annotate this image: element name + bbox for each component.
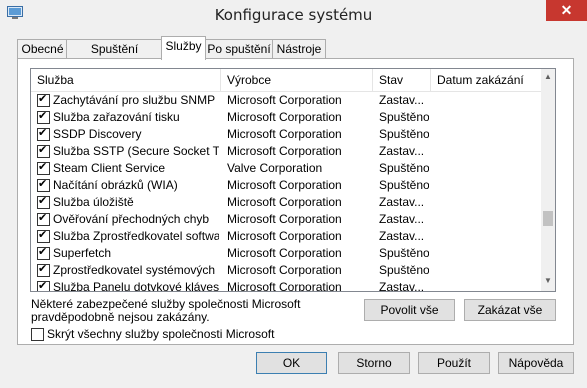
- column-header-status[interactable]: Stav: [373, 69, 431, 91]
- service-checkbox[interactable]: [37, 262, 50, 277]
- hide-microsoft-checkbox[interactable]: [31, 328, 44, 341]
- scroll-thumb[interactable]: [543, 211, 553, 226]
- enable-all-button[interactable]: Povolit vše: [364, 299, 455, 321]
- service-vendor: Microsoft Corporation: [227, 195, 342, 209]
- service-name: Superfetch: [53, 246, 112, 260]
- apply-button[interactable]: Použít: [418, 352, 490, 374]
- table-row[interactable]: Steam Client Service Valve Corporation Spu…: [31, 160, 541, 177]
- table-row[interactable]: Služba Zprostředkovatel softwar... Micros…: [31, 228, 541, 245]
- service-status: Spuštěno: [379, 178, 429, 192]
- service-name: Služba zařazování tisku: [53, 110, 180, 124]
- scroll-down-icon[interactable]: ▼: [541, 276, 555, 285]
- column-header-date[interactable]: Datum zakázání: [431, 69, 541, 91]
- close-icon: ✕: [560, 2, 573, 18]
- table-row[interactable]: Služba SSTP (Secure Socket Tun... Microso…: [31, 143, 541, 160]
- services-list: Služba Výrobce Stav Datum zakázání Zachy…: [30, 68, 556, 292]
- list-header: Služba Výrobce Stav Datum zakázání: [31, 69, 541, 92]
- table-row[interactable]: Načítání obrázků (WIA) Microsoft Corporat…: [31, 177, 541, 194]
- service-checkbox[interactable]: [37, 126, 50, 141]
- table-row[interactable]: SSDP Discovery Microsoft Corporation Spušt…: [31, 126, 541, 143]
- tab-services[interactable]: Služby: [161, 36, 206, 60]
- table-row[interactable]: Superfetch Microsoft Corporation Spuštěno: [31, 245, 541, 262]
- service-name: Služba Zprostředkovatel softwar...: [53, 229, 219, 243]
- service-vendor: Microsoft Corporation: [227, 263, 342, 277]
- service-name: Ověřování přechodných chyb: [53, 212, 210, 226]
- service-checkbox[interactable]: [37, 194, 50, 209]
- service-status: Spuštěno: [379, 246, 429, 260]
- disable-all-button[interactable]: Zakázat vše: [464, 299, 556, 321]
- service-name: Zprostředkovatel systémových ...: [53, 263, 219, 277]
- service-vendor: Microsoft Corporation: [227, 246, 342, 260]
- service-checkbox[interactable]: [37, 279, 50, 291]
- service-checkbox[interactable]: [37, 245, 50, 260]
- service-status: Spuštěno: [379, 110, 429, 124]
- service-vendor: Microsoft Corporation: [227, 93, 342, 107]
- service-vendor: Microsoft Corporation: [227, 212, 342, 226]
- service-status: Spuštěno: [379, 161, 429, 175]
- service-name: Steam Client Service: [53, 161, 166, 175]
- table-row[interactable]: Ověřování přechodných chyb Microsoft Corp…: [31, 211, 541, 228]
- service-name: SSDP Discovery: [53, 127, 142, 141]
- service-vendor: Microsoft Corporation: [227, 229, 342, 243]
- service-vendor: Microsoft Corporation: [227, 144, 342, 158]
- service-vendor: Valve Corporation: [227, 161, 323, 175]
- note-text: Některé zabezpečené služby společnosti M…: [31, 297, 301, 324]
- ok-button[interactable]: OK: [256, 352, 327, 374]
- service-status: Spuštěno: [379, 127, 429, 141]
- service-checkbox[interactable]: [37, 177, 50, 192]
- help-button[interactable]: Nápověda: [498, 352, 574, 374]
- service-checkbox[interactable]: [37, 92, 50, 107]
- service-vendor: Microsoft Corporation: [227, 110, 342, 124]
- service-name: Načítání obrázků (WIA): [53, 178, 178, 192]
- service-checkbox[interactable]: [37, 143, 50, 158]
- window-title: Konfigurace systému: [214, 6, 373, 24]
- service-status: Zastav...: [379, 229, 425, 243]
- service-name: Služba Panelu dotykové klávesni...: [53, 280, 219, 292]
- service-name: Služba SSTP (Secure Socket Tun...: [53, 144, 219, 158]
- service-checkbox[interactable]: [37, 228, 50, 243]
- table-row[interactable]: Zprostředkovatel systémových ... Microsof…: [31, 262, 541, 279]
- service-checkbox[interactable]: [37, 160, 50, 175]
- service-checkbox[interactable]: [37, 211, 50, 226]
- service-status: Zastav...: [379, 212, 425, 226]
- table-row[interactable]: Služba úložiště Microsoft Corporation Zast…: [31, 194, 541, 211]
- table-row[interactable]: Služba Panelu dotykové klávesni... Micros…: [31, 279, 541, 292]
- service-status: Zastav...: [379, 144, 425, 158]
- cancel-button[interactable]: Storno: [338, 352, 410, 374]
- service-vendor: Microsoft Corporation: [227, 178, 342, 192]
- service-status: Zastav...: [379, 195, 425, 209]
- service-name: Služba úložiště: [53, 195, 134, 209]
- services-panel: Služba Výrobce Stav Datum zakázání Zachy…: [17, 58, 574, 345]
- service-status: Spuštěno: [379, 263, 429, 277]
- tab-boot[interactable]: Spuštění počítače: [66, 39, 163, 74]
- service-status: Zastav...: [379, 93, 425, 107]
- service-vendor: Microsoft Corporation: [227, 127, 342, 141]
- table-row[interactable]: Zachytávání pro službu SNMP Microsoft Cor…: [31, 92, 541, 109]
- title-bar: Konfigurace systému ✕: [0, 0, 587, 30]
- column-header-service[interactable]: Služba: [31, 69, 221, 91]
- close-button[interactable]: ✕: [546, 0, 587, 21]
- vertical-scrollbar[interactable]: ▲ ▼: [541, 69, 555, 291]
- service-status: Zastav...: [379, 280, 425, 292]
- service-name: Zachytávání pro službu SNMP: [53, 93, 216, 107]
- hide-microsoft-label: Skrýt všechny služby společnosti Microso…: [47, 327, 275, 341]
- tab-tools[interactable]: Nástroje: [272, 39, 326, 59]
- table-row[interactable]: Služba zařazování tisku Microsoft Corpora…: [31, 109, 541, 126]
- column-header-vendor[interactable]: Výrobce: [221, 69, 373, 91]
- scroll-up-icon[interactable]: ▲: [541, 72, 555, 81]
- tab-startup[interactable]: Po spuštění: [204, 39, 274, 59]
- tab-general[interactable]: Obecné: [17, 39, 68, 59]
- service-checkbox[interactable]: [37, 109, 50, 124]
- service-vendor: Microsoft Corporation: [227, 280, 342, 292]
